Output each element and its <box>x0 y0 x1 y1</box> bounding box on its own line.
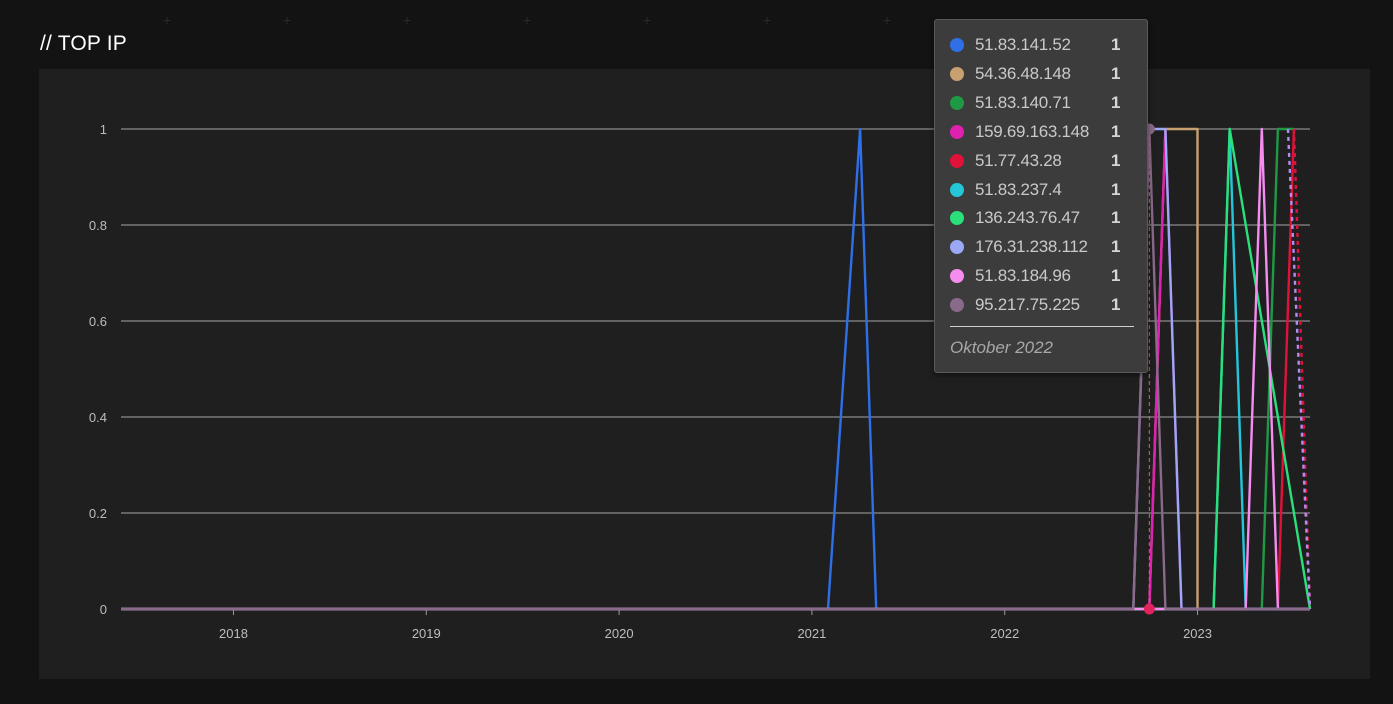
tooltip-series-name: 51.83.237.4 <box>975 179 1062 199</box>
tooltip-row: 51.83.184.96 1 <box>935 264 1147 288</box>
tooltip-series-dot <box>950 240 964 255</box>
x-tick-label-4: 2022 <box>990 626 1019 641</box>
tooltip-row: 51.83.237.4 1 <box>935 178 1147 202</box>
tooltip-series-dot <box>950 38 964 52</box>
tooltip-series-name: 176.31.238.112 <box>975 237 1088 257</box>
tooltip-series-name: 51.83.140.71 <box>975 92 1071 112</box>
tooltip-row: 95.217.75.225 1 <box>935 293 1147 317</box>
tooltip-series-name: 51.83.141.52 <box>975 35 1071 54</box>
tooltip-series-value: 1 <box>1111 237 1121 257</box>
tooltip-series-dot <box>950 153 964 168</box>
tooltip-series-name: 136.243.76.47 <box>975 208 1080 228</box>
tooltip-series-value: 1 <box>1111 208 1121 228</box>
tooltip-series-dot <box>950 124 964 139</box>
y-tick-label-3: 0.6 <box>89 314 107 329</box>
chart-tooltip: Oktober 2022 51.83.141.52 1 54.36.48.148 1 5… <box>934 19 1148 373</box>
tooltip-series-dot <box>950 95 964 110</box>
x-tick-label-5: 2023 <box>1183 626 1212 641</box>
tooltip-series-value: 1 <box>1111 179 1121 199</box>
tooltip-series-value: 1 <box>1111 266 1121 286</box>
tooltip-row: 136.243.76.47 1 <box>935 206 1147 230</box>
tooltip-series-name: 51.77.43.28 <box>975 150 1062 170</box>
tooltip-row: 176.31.238.112 1 <box>935 235 1147 259</box>
x-tick-label-3: 2021 <box>797 626 826 641</box>
tooltip-row: 51.83.140.71 1 <box>935 91 1147 115</box>
line-chart[interactable]: 0 0.2 0.4 0.6 0.8 1 2018 2019 2020 2021 2022 2023 <box>0 0 1393 704</box>
tooltip-row: 159.69.163.148 1 <box>935 120 1147 144</box>
tooltip-row: 54.36.48.148 1 <box>935 62 1147 86</box>
tooltip-series-name: 95.217.75.225 <box>975 295 1080 315</box>
tooltip-separator <box>950 326 1134 327</box>
tooltip-series-dot <box>950 182 964 197</box>
tooltip-series-value: 1 <box>1111 150 1121 170</box>
y-tick-label-5: 1 <box>100 122 107 137</box>
tooltip-series-name: 54.36.48.148 <box>975 63 1071 83</box>
tooltip-row: 51.77.43.28 1 <box>935 149 1147 173</box>
tooltip-row: 51.83.141.52 1 <box>935 33 1147 57</box>
y-tick-label-0: 0 <box>100 602 107 617</box>
tooltip-series-value: 1 <box>1111 295 1121 315</box>
tooltip-series-dot <box>950 298 964 313</box>
tooltip-series-name: 51.83.184.96 <box>975 266 1071 286</box>
y-tick-label-2: 0.4 <box>89 410 107 425</box>
tooltip-series-value: 1 <box>1111 63 1121 83</box>
x-tick-label-2: 2020 <box>605 626 634 641</box>
tooltip-date: Oktober 2022 <box>950 338 1054 357</box>
hover-point-bottom <box>1143 603 1155 615</box>
y-tick-label-4: 0.8 <box>89 218 107 233</box>
y-tick-label-1: 0.2 <box>89 506 107 521</box>
x-tick-label-1: 2019 <box>412 626 441 641</box>
page: + + + + + + + // TOP IP 0 0.2 0.4 0.6 0.8 1 2018 20… <box>0 0 1393 704</box>
tooltip-series-dot <box>950 269 964 284</box>
tooltip-series-value: 1 <box>1111 92 1121 112</box>
tooltip-series-value: 1 <box>1111 35 1121 54</box>
tooltip-series-name: 159.69.163.148 <box>975 121 1089 141</box>
x-tick-label-0: 2018 <box>219 626 248 641</box>
tooltip-series-dot <box>950 66 964 81</box>
tooltip-series-dot <box>950 211 964 226</box>
tooltip-series-value: 1 <box>1111 121 1121 141</box>
